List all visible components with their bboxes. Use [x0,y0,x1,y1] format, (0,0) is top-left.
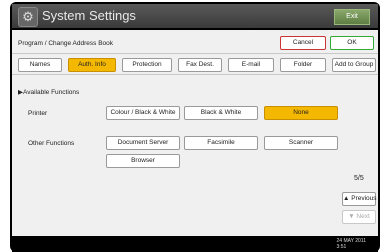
cancel-button[interactable]: Cancel [280,36,326,50]
printer-label: Printer [28,110,48,117]
status-bar: 24 MAY 2011 3:51 [12,236,378,252]
tab-fax-dest[interactable]: Fax Dest. [178,58,222,72]
tab-email[interactable]: E-mail [228,58,274,72]
facsimile-button[interactable]: Facsimile [184,136,258,150]
divider [12,74,378,75]
status-datetime: 24 MAY 2011 3:51 [337,238,366,250]
tab-folder[interactable]: Folder [280,58,326,72]
tab-names[interactable]: Names [18,58,62,72]
printer-bw-button[interactable]: Black & White [184,106,258,120]
document-server-button[interactable]: Document Server [106,136,180,150]
section-heading: ▶Available Functions [18,89,80,96]
tab-protection[interactable]: Protection [122,58,172,72]
breadcrumb: Program / Change Address Book [18,40,114,47]
tab-add-to-group[interactable]: Add to Group [332,58,376,72]
browser-button[interactable]: Browser [106,154,180,168]
divider [12,53,378,54]
scanner-button[interactable]: Scanner [264,136,338,150]
main-panel: Program / Change Address Book Cancel OK … [12,30,378,236]
exit-button[interactable]: Exit [334,9,370,25]
printer-none-button[interactable]: None [264,106,338,120]
tab-auth-info[interactable]: Auth. Info [68,58,116,72]
gear-icon: ⚙ [18,7,38,27]
printer-colour-bw-button[interactable]: Colour / Black & White [106,106,180,120]
window-title: System Settings [42,8,136,23]
other-functions-label: Other Functions [28,140,75,147]
next-button[interactable]: ▼ Next [342,210,376,224]
ok-button[interactable]: OK [330,36,374,50]
previous-button[interactable]: ▲ Previous [342,192,377,206]
status-time: 3:51 [336,244,347,250]
page-indicator: 5/5 [354,175,364,182]
title-bar: ⚙ System Settings Exit [12,4,378,28]
